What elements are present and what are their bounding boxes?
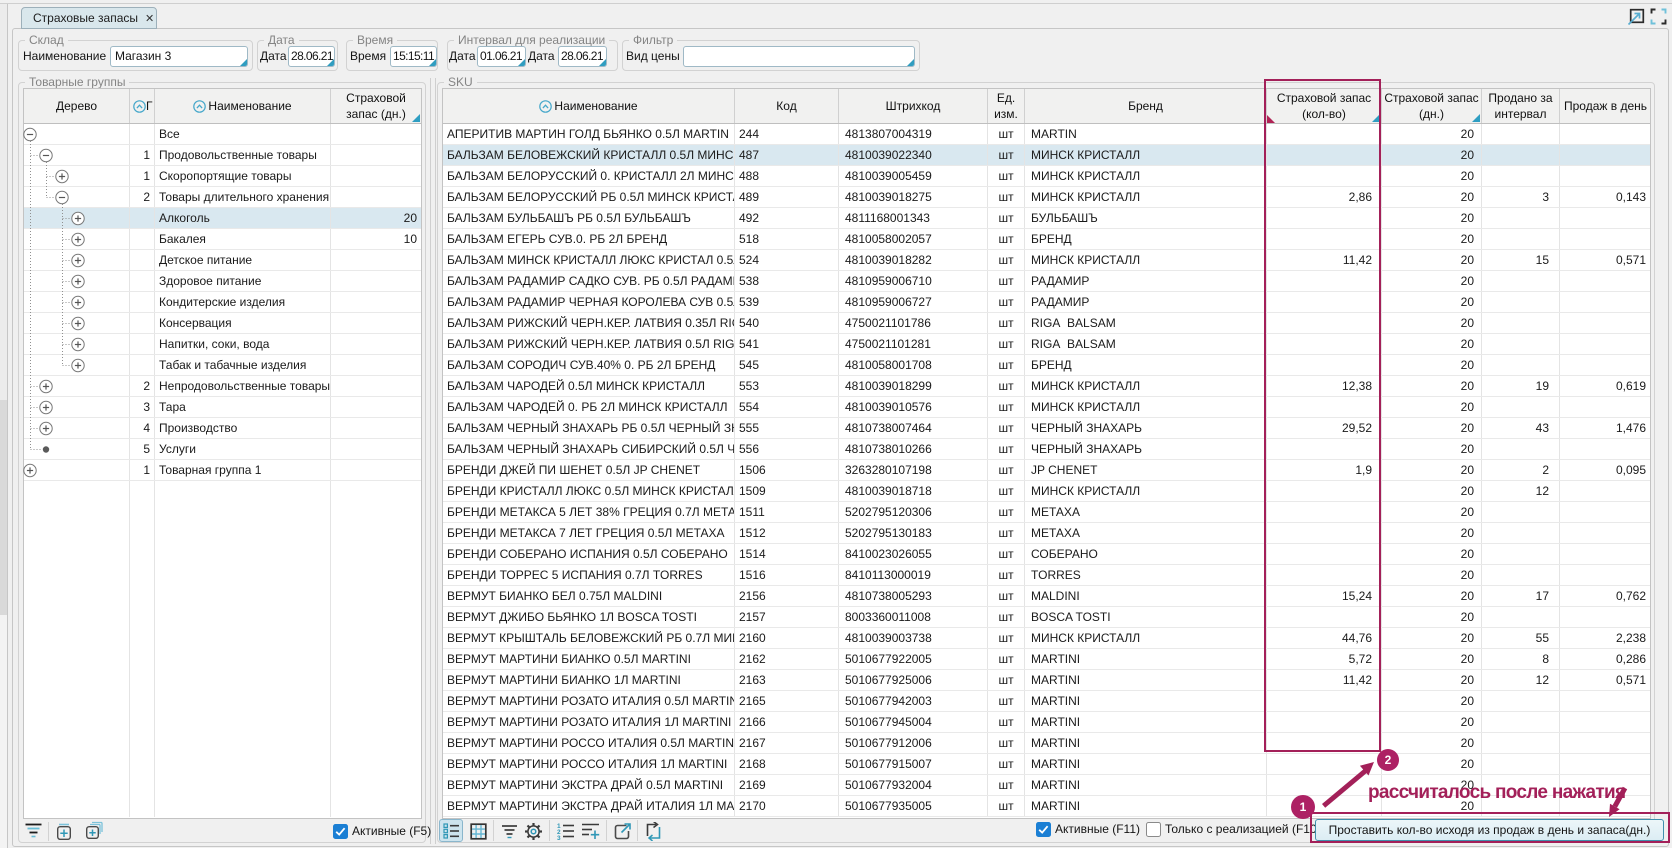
svg-text:3: 3 bbox=[557, 835, 561, 840]
